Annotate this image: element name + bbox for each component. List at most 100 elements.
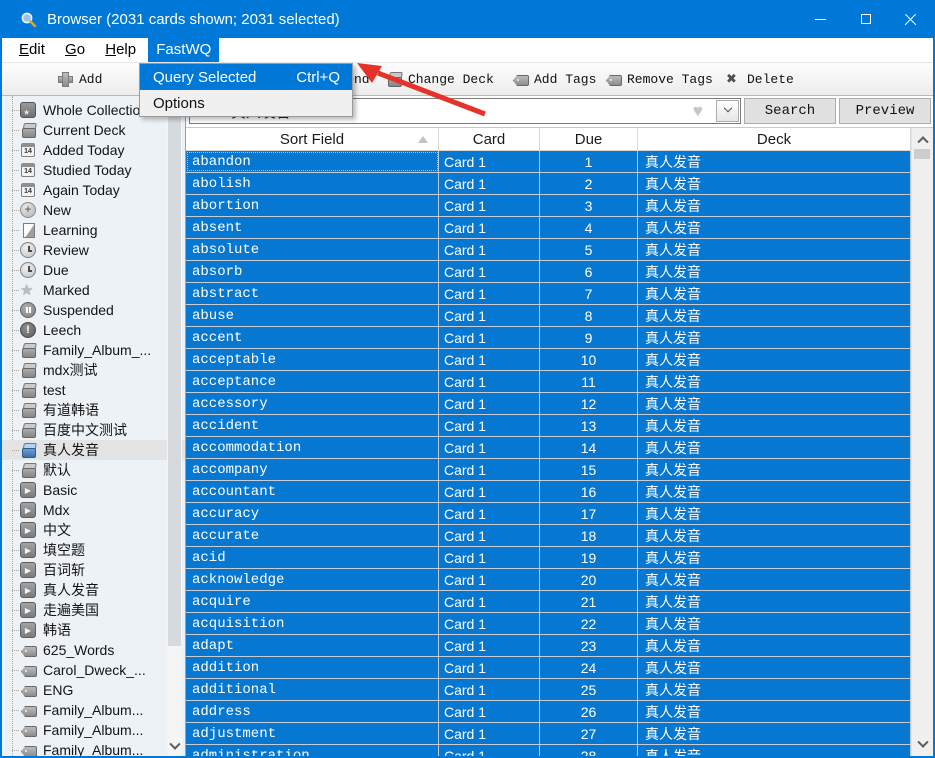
sidebar-item[interactable]: mdx测试 [2,360,185,380]
sidebar-item[interactable]: Family_Album... [2,720,185,740]
table-row[interactable]: acknowledge Card 1 20 真人发音 [186,569,911,591]
column-header-due[interactable]: Due [540,128,638,151]
sidebar-item[interactable]: Learning [2,220,185,240]
sidebar-item[interactable]: Due [2,260,185,280]
table-row[interactable]: accountant Card 1 16 真人发音 [186,481,911,503]
sidebar-item[interactable]: Basic [2,480,185,500]
sidebar-item[interactable]: 默认 [2,460,185,480]
table-row[interactable]: accident Card 1 13 真人发音 [186,415,911,437]
sidebar-item[interactable]: 真人发音 [2,580,185,600]
column-header-sort-field[interactable]: Sort Field [186,128,439,151]
table-row[interactable]: acid Card 1 19 真人发音 [186,547,911,569]
table-row[interactable]: accessory Card 1 12 真人发音 [186,393,911,415]
menubar-item[interactable]: Help [97,38,144,62]
magnifier-icon [21,12,37,27]
cell-due: 27 [540,723,638,744]
menu-item-label: Options [153,94,205,112]
sidebar-item[interactable]: 真人发音 [2,440,185,460]
table-row[interactable]: absolute Card 1 5 真人发音 [186,239,911,261]
table-scrollbar[interactable] [911,128,933,756]
cell-card: Card 1 [439,591,540,612]
table-row[interactable]: additional Card 1 25 真人发音 [186,679,911,701]
table-row[interactable]: addition Card 1 24 真人发音 [186,657,911,679]
tag-icon [20,722,36,738]
scroll-up-icon[interactable] [912,130,933,148]
sidebar-item[interactable]: Family_Album_... [2,340,185,360]
table-row[interactable]: acceptable Card 1 10 真人发音 [186,349,911,371]
sidebar-item[interactable]: 填空题 [2,540,185,560]
table-row[interactable]: abolish Card 1 2 真人发音 [186,173,911,195]
sidebar-item[interactable]: ENG [2,680,185,700]
toolbar-button[interactable]: Change Deck [386,71,494,87]
sidebar-item[interactable]: New [2,200,185,220]
table-row[interactable]: abandon Card 1 1 真人发音 [186,151,911,173]
sidebar-item[interactable]: Current Deck [2,120,185,140]
sidebar-item[interactable]: 中文 [2,520,185,540]
toolbar-button[interactable]: Add [57,71,102,87]
tag-icon [20,662,36,678]
table-row[interactable]: adapt Card 1 23 真人发音 [186,635,911,657]
sidebar-item[interactable]: Marked [2,280,185,300]
table-row[interactable]: absorb Card 1 6 真人发音 [186,261,911,283]
sidebar-item[interactable]: 百词斩 [2,560,185,580]
table-row[interactable]: abstract Card 1 7 真人发音 [186,283,911,305]
sidebar-item[interactable]: 韩语 [2,620,185,640]
table-row[interactable]: acceptance Card 1 11 真人发音 [186,371,911,393]
sidebar-item[interactable]: 百度中文测试 [2,420,185,440]
cell-sort-field: accurate [186,525,439,546]
menubar-item[interactable]: FastWQ [148,38,220,62]
table-row[interactable]: administration Card 1 28 真人发音 [186,745,911,756]
sidebar-item[interactable]: Review [2,240,185,260]
sidebar-item[interactable]: Mdx [2,500,185,520]
close-button[interactable] [888,0,933,38]
column-header-card[interactable]: Card [439,128,540,151]
table-row[interactable]: absent Card 1 4 真人发音 [186,217,911,239]
search-button[interactable]: Search [744,98,836,124]
sidebar-item[interactable]: 有道韩语 [2,400,185,420]
toolbar-button[interactable]: Add Tags [512,71,596,87]
sidebar-item[interactable]: Carol_Dweck_... [2,660,185,680]
search-history-dropdown[interactable] [716,100,739,122]
sidebar-item[interactable]: Family_Album... [2,740,185,756]
table-row[interactable]: adjustment Card 1 27 真人发音 [186,723,911,745]
table-row[interactable]: accompany Card 1 15 真人发音 [186,459,911,481]
sidebar-item[interactable]: Again Today [2,180,185,200]
cell-sort-field: accountant [186,481,439,502]
table-scrollbar-thumb[interactable] [914,149,930,159]
cell-sort-field: acceptable [186,349,439,370]
sidebar-item[interactable]: test [2,380,185,400]
scroll-down-icon[interactable] [912,736,933,754]
table-row[interactable]: acquire Card 1 21 真人发音 [186,591,911,613]
sidebar-item[interactable]: Added Today [2,140,185,160]
table-row[interactable]: accent Card 1 9 真人发音 [186,327,911,349]
menu-item[interactable]: Options [140,90,352,116]
column-header-deck[interactable]: Deck [638,128,911,151]
table-row[interactable]: abuse Card 1 8 真人发音 [186,305,911,327]
table-row[interactable]: acquisition Card 1 22 真人发音 [186,613,911,635]
sidebar-item[interactable]: 走遍美国 [2,600,185,620]
table-row[interactable]: abortion Card 1 3 真人发音 [186,195,911,217]
table-row[interactable]: address Card 1 26 真人发音 [186,701,911,723]
toolbar-button[interactable]: Remove Tags [605,71,713,87]
maximize-button[interactable] [843,0,888,38]
sidebar-item[interactable]: Studied Today [2,160,185,180]
scroll-down-icon[interactable] [167,738,182,755]
sidebar-scrollbar[interactable] [167,96,182,756]
menu-item[interactable]: Query Selected Ctrl+Q [140,64,352,90]
sidebar-item[interactable]: Suspended [2,300,185,320]
cell-sort-field: acquire [186,591,439,612]
table-row[interactable]: accommodation Card 1 14 真人发音 [186,437,911,459]
cell-card: Card 1 [439,327,540,348]
toolbar-button[interactable]: Delete [725,71,794,87]
sidebar-item[interactable]: 625_Words [2,640,185,660]
sidebar-item[interactable]: Family_Album... [2,700,185,720]
sidebar-scrollbar-thumb[interactable] [168,113,181,646]
deck-icon [20,402,36,418]
menubar-item[interactable]: Go [57,38,93,62]
preview-button[interactable]: Preview [839,98,931,124]
menubar-item[interactable]: Edit [11,38,53,62]
table-row[interactable]: accuracy Card 1 17 真人发音 [186,503,911,525]
table-row[interactable]: accurate Card 1 18 真人发音 [186,525,911,547]
sidebar-item[interactable]: Leech [2,320,185,340]
minimize-button[interactable] [798,0,843,38]
